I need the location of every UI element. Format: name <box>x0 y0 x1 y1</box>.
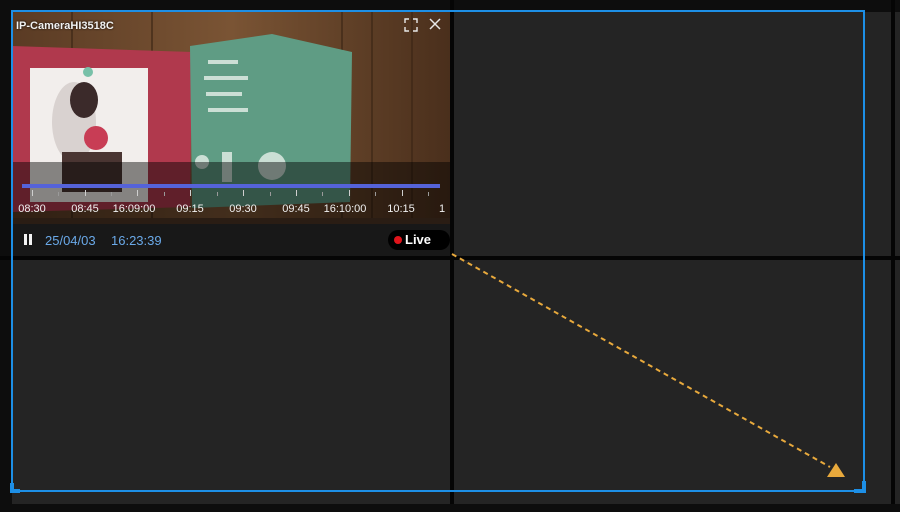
resize-handle-bottom-left[interactable] <box>10 483 14 493</box>
grid-cell-top-right[interactable] <box>895 12 900 256</box>
selection-rectangle[interactable] <box>10 10 866 493</box>
resize-handle-bottom-right[interactable] <box>862 481 866 493</box>
grid-divider-horizontal <box>0 504 900 512</box>
grid-cell-bottom-right[interactable] <box>895 260 900 504</box>
